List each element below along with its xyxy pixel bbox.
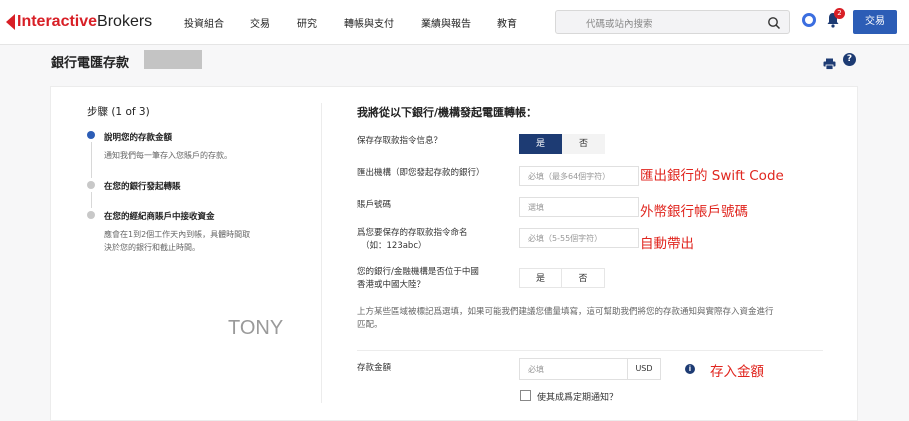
search-icon[interactable]: [767, 15, 781, 34]
nav-portfolio[interactable]: 投資組合: [184, 15, 224, 30]
deposit-amount-label: 存款金額: [357, 363, 392, 373]
trade-button[interactable]: 交易: [853, 10, 897, 34]
brand-name-part1: Interactive: [17, 13, 98, 30]
annotation-account-number: 外幣銀行帳戶號碼: [640, 204, 748, 220]
nav-performance-reports[interactable]: 業績與報告: [421, 15, 471, 30]
bank-institution-label: 匯出機構（即您發起存款的銀行）: [357, 168, 485, 178]
page-title: 銀行電匯存款: [51, 56, 130, 71]
nav-transfer-pay[interactable]: 轉帳與支付: [344, 15, 394, 30]
currency-label: USD: [627, 359, 660, 379]
notification-badge: 2: [834, 8, 845, 19]
help-circle-icon[interactable]: [802, 13, 816, 27]
recurring-label: 使其成爲定期通知？: [537, 393, 619, 403]
account-number-input[interactable]: 選填: [519, 197, 639, 217]
annotation-auto-fill: 自動帶出: [640, 236, 694, 252]
search-placeholder: 代碼或站內搜索: [586, 19, 653, 30]
top-navigation-bar: Interactive Brokers 投資組合 交易 研究 轉帳與支付 業績與報…: [0, 0, 909, 45]
save-yes-option[interactable]: 是: [519, 134, 562, 154]
account-number-placeholder: 選填: [528, 203, 544, 212]
instruction-name-label-line1: 爲您要保存的存取款指令命名: [357, 228, 468, 238]
brand-name-part2: Brokers: [97, 13, 153, 30]
section-divider: [357, 350, 823, 351]
watermark-text: TONY: [228, 317, 284, 339]
recurring-checkbox[interactable]: [520, 390, 531, 401]
step-connector: [91, 142, 92, 178]
step-connector: [91, 192, 92, 208]
step-1-description: 通知我們每一筆存入您賬戶的存款。: [104, 151, 232, 160]
china-yes-option[interactable]: 是: [519, 268, 562, 288]
step-1-label: 說明您的存款金額: [104, 133, 173, 143]
steps-title: 步驟 (1 of 3): [87, 106, 150, 118]
account-number-label: 賬戶號碼: [357, 200, 392, 210]
save-no-option[interactable]: 否: [562, 134, 605, 154]
deposit-amount-input[interactable]: 必填 USD: [519, 358, 661, 380]
brand-mark-icon: [6, 14, 15, 30]
bank-institution-input[interactable]: 必填（最多64個字符）: [519, 166, 639, 186]
note-line2: 匹配。: [357, 320, 383, 330]
brand-logo[interactable]: Interactive Brokers: [6, 12, 152, 32]
step-2-label: 在您的銀行發起轉賬: [104, 182, 181, 192]
card-divider: [321, 103, 322, 403]
printer-icon[interactable]: [823, 55, 836, 74]
step-3-description-line2: 決於您的銀行和截止時間。: [104, 243, 200, 252]
redacted-block: [144, 50, 202, 69]
nav-education[interactable]: 教育: [497, 15, 517, 30]
step-3-label: 在您的經紀商賬戶中接收資金: [104, 212, 215, 222]
china-bank-label-line1: 您的銀行/金融機構是否位于中國: [357, 267, 479, 277]
step-3-description-line1: 應會在1到2個工作天內到帳，具體時間取: [104, 230, 251, 239]
save-instructions-label: 保存存取款指令信息？: [357, 136, 443, 146]
instruction-name-placeholder: 必填（5-55個字符）: [528, 234, 603, 243]
china-bank-toggle: 是 否: [519, 268, 605, 288]
deposit-amount-placeholder: 必填: [528, 365, 544, 374]
china-no-option[interactable]: 否: [562, 268, 605, 288]
annotation-deposit-amount: 存入金額: [710, 364, 764, 380]
help-question-icon[interactable]: ?: [843, 53, 856, 66]
annotation-swift-code: 匯出銀行的 Swift Code: [640, 168, 784, 184]
instruction-name-label-line2: （如：123abc）: [361, 241, 427, 251]
step-2-indicator-icon: [87, 181, 95, 189]
info-icon[interactable]: i: [685, 364, 695, 374]
bank-institution-placeholder: 必填（最多64個字符）: [528, 172, 611, 181]
form-title: 我將從以下銀行/機構發起電匯轉帳：: [357, 106, 538, 119]
save-instructions-toggle: 是 否: [519, 134, 605, 154]
note-line1: 上方某些區域被標記爲選填，如果可能我們建議您儘量填寫，這可幫助我們將您的存款通知…: [357, 307, 774, 317]
china-bank-label-line2: 香港或中國大陸？: [357, 280, 426, 290]
instruction-name-input[interactable]: 必填（5-55個字符）: [519, 228, 639, 248]
search-box[interactable]: 代碼或站內搜索: [555, 10, 790, 34]
nav-research[interactable]: 研究: [297, 15, 317, 30]
nav-trade[interactable]: 交易: [250, 15, 270, 30]
step-1-indicator-icon: [87, 131, 95, 139]
optional-fields-note: 上方某些區域被標記爲選填，如果可能我們建議您儘量填寫，這可幫助我們將您的存款通知…: [357, 306, 825, 332]
step-3-indicator-icon: [87, 211, 95, 219]
